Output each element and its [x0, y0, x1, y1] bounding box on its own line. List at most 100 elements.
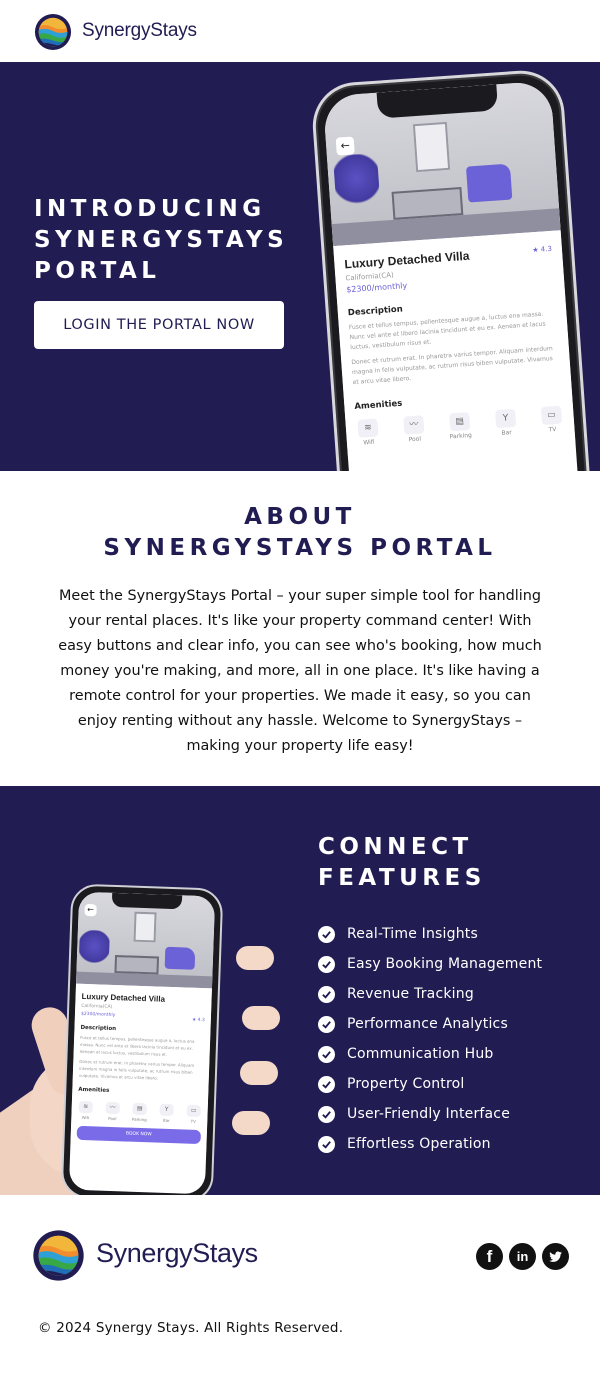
price-unit: /monthly	[95, 1012, 116, 1019]
price-unit: /monthly	[371, 281, 408, 293]
about-description: Meet the SynergyStays Portal – your supe…	[58, 588, 542, 754]
plant-decor	[332, 152, 381, 216]
description-text: Fusce et tellus tempus, pellentesque aug…	[79, 1034, 195, 1057]
feature-label: Revenue Tracking	[347, 986, 474, 1002]
amenity-label: Bar	[501, 429, 512, 437]
chair-decor	[465, 163, 513, 203]
feature-label: Communication Hub	[347, 1046, 494, 1062]
rating-value: 4.3	[540, 244, 553, 254]
features-section: ← Luxury Detached Villa California(CA) $…	[0, 786, 600, 1195]
book-now-button: BOOK NOW	[76, 1125, 201, 1145]
amenities-heading: Amenities	[78, 1086, 110, 1094]
footer-brand-name[interactable]: SynergyStays	[96, 1238, 258, 1269]
feature-label: Effortless Operation	[347, 1136, 491, 1152]
header-brand-name[interactable]: SynergyStays	[82, 20, 197, 42]
description-text: Donec et rutrum erat. In pharetra varius…	[78, 1058, 195, 1081]
amenity-label: TV	[548, 426, 557, 434]
checkmark-icon	[318, 1075, 335, 1093]
cabinet-decor	[114, 955, 160, 975]
feature-label: Property Control	[347, 1076, 465, 1092]
amenity-bar: Y Bar	[158, 1103, 175, 1124]
feature-label: Real-Time Insights	[347, 926, 478, 942]
amenity-label: Wifi	[81, 1114, 90, 1121]
hand-holding-phone: ← Luxury Detached Villa California(CA) $…	[0, 856, 290, 1195]
finger-decor	[236, 946, 274, 970]
feature-item: Performance Analytics	[318, 1009, 542, 1039]
about-title-line: SYNERGYSTAYS PORTAL	[103, 535, 497, 561]
hero-title-line: SYNERGYSTAYS	[34, 227, 289, 253]
bar-icon: Y	[159, 1103, 174, 1117]
feature-item: Property Control	[318, 1069, 542, 1099]
tv-icon: ▭	[186, 1104, 201, 1118]
checkmark-icon	[318, 1135, 335, 1153]
finger-decor	[242, 1006, 280, 1030]
linkedin-icon[interactable]: in	[509, 1243, 536, 1270]
wall-frame-decor	[133, 911, 157, 943]
price-value: $2300	[80, 1011, 96, 1018]
checkmark-icon	[318, 955, 335, 973]
checkmark-icon	[318, 1105, 335, 1123]
phone-screen: ← Luxury Detached Villa California(CA) $…	[322, 80, 582, 471]
wifi-icon: ≋	[357, 418, 379, 438]
checkmark-icon	[318, 1045, 335, 1063]
checkmark-icon	[318, 985, 335, 1003]
amenity-wifi: ≋ Wifi	[77, 1100, 94, 1121]
amenity-tv: ▭ TV	[185, 1104, 202, 1125]
listing-card: Luxury Detached Villa California(CA) $23…	[333, 230, 576, 460]
about-title-line: ABOUT	[244, 504, 356, 530]
wall-frame-decor	[412, 121, 451, 173]
features-list: Real-Time Insights Easy Booking Manageme…	[318, 919, 542, 1159]
feature-item: Effortless Operation	[318, 1129, 542, 1159]
listing-rating: ★ 4.3	[192, 1018, 205, 1023]
finger-decor	[232, 1111, 270, 1135]
back-arrow-icon: ←	[84, 903, 97, 917]
feature-item: Easy Booking Management	[318, 949, 542, 979]
amenity-label: Wifi	[363, 438, 375, 447]
amenity-parking: ▤ Parking	[131, 1102, 148, 1123]
parking-icon: ▤	[449, 412, 471, 432]
pool-icon: 〰	[105, 1101, 120, 1115]
amenity-label: Pool	[108, 1115, 117, 1122]
checkmark-icon	[318, 925, 335, 943]
phone-screen: ← Luxury Detached Villa California(CA) $…	[68, 891, 216, 1195]
amenity-label: Bar	[162, 1117, 170, 1124]
phone-mockup: ← Luxury Detached Villa California(CA) $…	[309, 67, 595, 471]
pool-icon: 〰	[403, 415, 425, 435]
feature-label: Performance Analytics	[347, 1016, 508, 1032]
rating-value: 4.3	[197, 1017, 205, 1024]
phone-notch	[111, 892, 183, 910]
amenities-row: ≋ Wifi 〰 Pool ▤ Parking Y Bar ▭ TV	[355, 405, 564, 446]
amenity-label: Parking	[449, 431, 473, 441]
listing-card: Luxury Detached Villa California(CA) $23…	[70, 983, 212, 1153]
amenity-tv: ▭ TV	[539, 405, 565, 434]
chair-decor	[164, 946, 196, 970]
facebook-icon[interactable]: f	[476, 1243, 503, 1270]
hero-title: INTRODUCING SYNERGYSTAYS PORTAL	[34, 194, 324, 287]
listing-rating: ★ 4.3	[532, 245, 552, 254]
price-value: $2300	[345, 283, 372, 295]
feature-item: Communication Hub	[318, 1039, 542, 1069]
back-arrow-icon: ←	[335, 136, 355, 156]
features-title-line: FEATURES	[318, 865, 486, 891]
wifi-icon: ≋	[78, 1100, 93, 1114]
footer-logo-icon[interactable]	[32, 1229, 85, 1282]
listing-title: Luxury Detached Villa	[81, 991, 166, 1004]
features-title: CONNECT FEATURES	[318, 832, 578, 894]
amenity-label: Pool	[408, 435, 422, 444]
amenity-bar: Y Bar	[493, 408, 519, 438]
twitter-icon[interactable]	[542, 1243, 569, 1270]
bar-icon: Y	[495, 408, 517, 429]
feature-item: Revenue Tracking	[318, 979, 542, 1009]
site-header: SynergyStays	[0, 0, 600, 62]
parking-icon: ▤	[132, 1102, 147, 1116]
synergystays-logo-icon[interactable]	[34, 13, 72, 51]
checkmark-icon	[318, 1015, 335, 1033]
amenity-parking: ▤ Parking	[447, 412, 473, 441]
about-title: ABOUT SYNERGYSTAYS PORTAL	[0, 502, 600, 564]
amenity-pool: 〰 Pool	[104, 1101, 121, 1122]
amenity-pool: 〰 Pool	[401, 415, 427, 444]
phone-mockup-small: ← Luxury Detached Villa California(CA) $…	[60, 883, 224, 1195]
login-portal-button[interactable]: LOGIN THE PORTAL NOW	[34, 301, 284, 349]
feature-item: User-Friendly Interface	[318, 1099, 542, 1129]
amenity-label: TV	[190, 1118, 196, 1124]
